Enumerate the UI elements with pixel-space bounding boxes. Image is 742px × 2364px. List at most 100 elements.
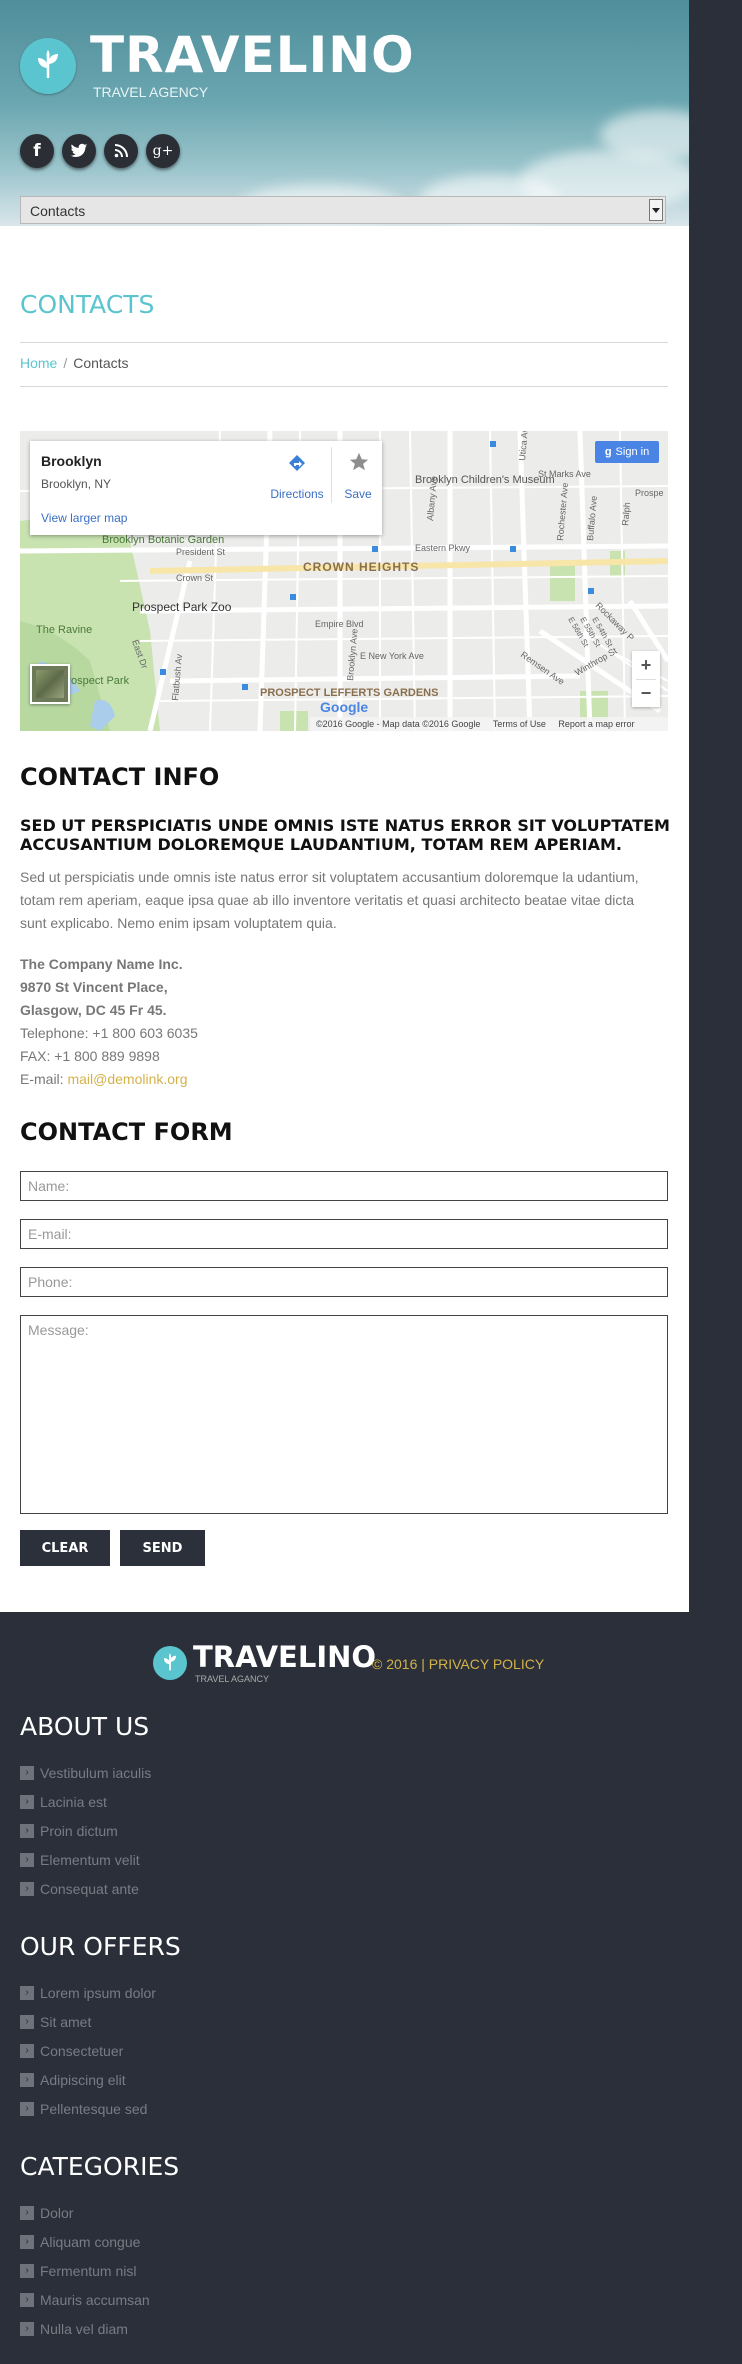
footer-link[interactable]: › Consequat ante [20,1881,139,1897]
footer-link[interactable]: › Fermentum nisl [20,2263,136,2279]
name-placeholder: Name: [28,1178,70,1194]
footer-link[interactable]: › Pellentesque sed [20,2101,147,2117]
facebook-glyph: f [33,141,41,161]
breadcrumb-separator: / [63,355,68,371]
site-header: TRAVELINO TRAVEL AGENCY f g+ Contacts [0,0,689,226]
footer-link[interactable]: › Aliquam congue [20,2234,140,2250]
map-label: Ralph [620,502,632,526]
footer-copyright[interactable]: © 2016 | PRIVACY POLICY [372,1656,544,1672]
footer-link[interactable]: › Nulla vel diam [20,2321,128,2337]
message-placeholder: Message: [28,1322,89,1338]
telephone: Telephone: +1 800 603 6035 [20,1025,198,1041]
chevron-right-icon: › [20,2073,34,2087]
save-label: Save [344,487,372,501]
email-row: E-mail: mail@demolink.org [20,1071,188,1087]
nav-select-value: Contacts [30,203,86,219]
save-button[interactable]: Save [336,449,380,509]
star-icon [348,451,370,478]
zoom-controls: + − [632,651,660,707]
chevron-right-icon: › [20,1766,34,1780]
google-g-icon: g [604,446,612,458]
contact-form-heading: CONTACT FORM [20,1118,233,1146]
sign-in-label: Sign in [615,446,650,458]
chevron-right-icon: › [20,1986,34,2000]
twitter-icon[interactable] [62,134,96,168]
map-attribution: ©2016 Google - Map data ©2016 Google [316,719,481,729]
chevron-right-icon: › [20,2322,34,2336]
footer-link[interactable]: › Vestibulum iaculis [20,1765,151,1781]
breadcrumb-home[interactable]: Home [20,355,57,371]
zoom-in-button[interactable]: + [632,651,660,679]
chevron-right-icon: › [20,1795,34,1809]
map-label: Brooklyn Botanic Garden [102,534,224,546]
map-place-card: Brooklyn Brooklyn, NY View larger map Di… [30,441,382,535]
footer-link[interactable]: › Consectetuer [20,2043,123,2059]
footer-link[interactable]: › Proin dictum [20,1823,118,1839]
email-placeholder: E-mail: [28,1226,72,1242]
divider [331,447,332,503]
place-region: Brooklyn, NY [41,477,112,491]
map-label: Prospect Park [60,675,130,687]
footer-link[interactable]: › Lacinia est [20,1794,107,1810]
chevron-right-icon: › [20,2102,34,2116]
divider [20,342,668,343]
satellite-thumbnail-icon [36,670,64,698]
google-logo: Google [320,699,368,715]
email-label: E-mail: [20,1071,68,1087]
satellite-toggle[interactable] [30,664,70,704]
chevron-down-icon[interactable] [649,199,663,221]
footer-section-title: CATEGORIES [20,2152,180,2181]
footer-link[interactable]: › Lorem ipsum dolor [20,1985,156,2001]
footer-link[interactable]: › Adipiscing elit [20,2072,126,2088]
message-field[interactable]: Message: [20,1315,668,1514]
footer-link[interactable]: › Elementum velit [20,1852,140,1868]
contact-info-heading: CONTACT INFO [20,763,220,791]
facebook-icon[interactable]: f [20,134,54,168]
breadcrumb: Home / Contacts [20,355,129,371]
directions-icon [287,453,307,480]
name-field[interactable]: Name: [20,1171,668,1201]
email-field[interactable]: E-mail: [20,1219,668,1249]
phone-field[interactable]: Phone: [20,1267,668,1297]
map-label: St Marks Ave [538,469,591,479]
map-report-link[interactable]: Report a map error [558,719,634,729]
map[interactable]: Brooklyn Children's Museum CROWN HEIGHTS… [20,431,668,731]
clear-button[interactable]: CLEAR [20,1530,110,1566]
breadcrumb-current: Contacts [73,355,129,371]
page: TRAVELINO TRAVEL AGENCY f g+ Contacts CO… [0,0,689,2364]
map-terms-link[interactable]: Terms of Use [493,719,546,729]
zoom-out-button[interactable]: − [632,679,660,707]
site-footer: TRAVELINO TRAVEL AGANCY © 2016 | PRIVACY… [0,1612,689,2364]
map-label: Eastern Pkwy [415,543,471,553]
footer-section-title: ABOUT US [20,1712,150,1741]
footer-logo-title[interactable]: TRAVELINO [193,1640,376,1674]
nav-select[interactable]: Contacts [20,196,666,224]
map-footer: ©2016 Google - Map data ©2016 Google Ter… [310,717,668,731]
address-street: 9870 St Vincent Place, [20,979,168,995]
chevron-right-icon: › [20,2293,34,2307]
map-label: Prospe [635,488,664,498]
sign-in-button[interactable]: g Sign in [595,441,659,463]
footer-logo-icon[interactable] [153,1646,187,1680]
email-link[interactable]: mail@demolink.org [67,1071,187,1087]
place-name: Brooklyn [41,453,102,469]
rss-icon[interactable] [104,134,138,168]
footer-link[interactable]: › Mauris accumsan [20,2292,150,2308]
footer-logo-subtitle: TRAVEL AGANCY [195,1674,270,1684]
logo-title[interactable]: TRAVELINO [90,26,415,84]
footer-section-title: OUR OFFERS [20,1932,181,1961]
directions-button[interactable]: Directions [267,449,327,509]
logo-icon[interactable] [20,38,76,94]
footer-link[interactable]: › Sit amet [20,2014,91,2030]
map-label: Empire Blvd [315,619,364,629]
view-larger-map-link[interactable]: View larger map [41,511,127,525]
fax: FAX: +1 800 889 9898 [20,1048,160,1064]
map-label: E New York Ave [360,651,424,661]
company-name: The Company Name Inc. [20,956,183,972]
page-title: CONTACTS [20,290,155,319]
send-button[interactable]: SEND [120,1530,205,1566]
google-plus-icon[interactable]: g+ [146,134,180,168]
chevron-right-icon: › [20,2044,34,2058]
footer-link[interactable]: › Dolor [20,2205,73,2221]
phone-placeholder: Phone: [28,1274,73,1290]
